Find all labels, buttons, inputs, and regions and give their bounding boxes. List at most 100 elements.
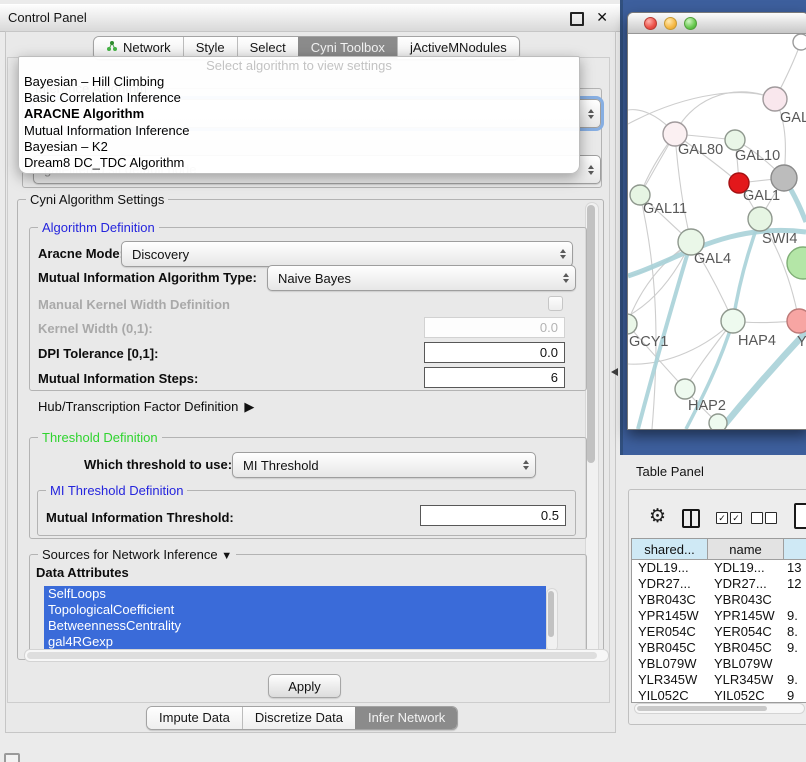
network-node-label: GAL bbox=[780, 110, 806, 126]
checked-checkbox-icon[interactable]: ✓ bbox=[716, 512, 728, 524]
document-icon[interactable] bbox=[794, 503, 806, 529]
which-threshold-combo[interactable]: MI Threshold bbox=[232, 452, 536, 478]
checked-checkbox-icon[interactable]: ✓ bbox=[730, 512, 742, 524]
table-cell: 9. bbox=[784, 672, 806, 688]
table-cell: YBL079W bbox=[632, 656, 708, 672]
unchecked-checkbox-icon[interactable] bbox=[751, 512, 763, 524]
network-node[interactable] bbox=[721, 309, 745, 333]
network-canvas[interactable]: GALGAL80GAL10GAL1GAL11SWI4GAL4GCY1HAP4YH… bbox=[628, 34, 806, 429]
table-cell: YDR27... bbox=[632, 576, 708, 592]
combo-arrows-icon bbox=[588, 100, 594, 127]
aracne-mode-label: Aracne Mode: bbox=[38, 246, 124, 261]
table-row[interactable]: YLR345WYLR345W9. bbox=[632, 672, 806, 688]
network-node[interactable] bbox=[725, 130, 745, 150]
manual-kernel-checkbox[interactable] bbox=[548, 296, 563, 311]
tab-label: Style bbox=[196, 40, 225, 55]
which-threshold-label: Which threshold to use: bbox=[84, 457, 232, 472]
column-header[interactable]: name bbox=[708, 539, 784, 560]
window-minimize-icon[interactable] bbox=[664, 17, 677, 30]
network-edge[interactable] bbox=[628, 93, 775, 124]
network-node[interactable] bbox=[763, 87, 787, 111]
tab-infer-network[interactable]: Infer Network bbox=[355, 707, 457, 729]
tab-impute-data[interactable]: Impute Data bbox=[147, 707, 242, 729]
table-row[interactable]: YDL19...YDL19...13 bbox=[632, 560, 806, 576]
table-cell: YER054C bbox=[632, 624, 708, 640]
table-cell: 13 bbox=[784, 560, 806, 576]
algorithm-option[interactable]: Mutual Information Inference bbox=[19, 123, 579, 139]
kernel-width-field[interactable]: 0.0 bbox=[424, 317, 565, 338]
hub-definition-toggle[interactable]: Hub/Transcription Factor Definition▶ bbox=[38, 399, 254, 415]
network-node[interactable] bbox=[748, 207, 772, 231]
float-panel-icon[interactable] bbox=[570, 12, 584, 26]
mi-type-label: Mutual Information Algorithm Type: bbox=[38, 270, 257, 285]
gear-icon[interactable]: ⚙ bbox=[649, 505, 666, 528]
network-node-label: GAL80 bbox=[678, 142, 723, 158]
network-node[interactable] bbox=[628, 314, 637, 334]
apply-button[interactable]: Apply bbox=[268, 674, 341, 698]
columns-icon[interactable] bbox=[682, 509, 700, 528]
mi-steps-field[interactable]: 6 bbox=[424, 367, 565, 388]
table-horizontal-scrollbar[interactable] bbox=[634, 703, 805, 714]
tab-discretize-data[interactable]: Discretize Data bbox=[242, 707, 355, 729]
table-row[interactable]: YBL079WYBL079W bbox=[632, 656, 806, 672]
attributes-vertical-scrollbar[interactable] bbox=[546, 588, 558, 652]
network-node-label: GAL4 bbox=[694, 251, 731, 267]
mi-threshold-field[interactable]: 0.5 bbox=[420, 505, 566, 526]
manual-kernel-label: Manual Kernel Width Definition bbox=[38, 297, 230, 312]
network-node[interactable] bbox=[787, 247, 806, 279]
table-row[interactable]: YIL052CYIL052C9 bbox=[632, 688, 806, 703]
table-body: YDL19...YDL19...13YDR27...YDR27...12YBR0… bbox=[632, 560, 806, 703]
table-cell: YPR145W bbox=[708, 608, 784, 624]
algorithm-popup-placeholder: Select algorithm to view settings bbox=[19, 57, 579, 74]
sources-legend[interactable]: Sources for Network Inference ▼ bbox=[38, 547, 236, 562]
table-row[interactable]: YER054CYER054C8. bbox=[632, 624, 806, 640]
data-attributes-label: Data Attributes bbox=[36, 565, 129, 580]
network-node[interactable] bbox=[787, 309, 806, 333]
data-attribute-item[interactable]: TopologicalCoefficient bbox=[44, 602, 546, 618]
data-attributes-list[interactable]: SelfLoopsTopologicalCoefficientBetweenne… bbox=[44, 586, 546, 653]
table-row[interactable]: YBR045CYBR045C9. bbox=[632, 640, 806, 656]
network-node[interactable] bbox=[675, 379, 695, 399]
algorithm-option[interactable]: Bayesian – Hill Climbing bbox=[19, 74, 579, 90]
settings-vertical-scrollbar[interactable] bbox=[585, 202, 599, 657]
settings-horizontal-scrollbar[interactable] bbox=[24, 649, 609, 662]
table-cell: YER054C bbox=[708, 624, 784, 640]
network-window-titlebar[interactable] bbox=[628, 13, 806, 34]
mi-threshold-label: Mutual Information Threshold: bbox=[46, 510, 234, 525]
table-cell: 9. bbox=[784, 640, 806, 656]
column-header[interactable]: A bbox=[784, 539, 806, 560]
unchecked-checkbox-icon[interactable] bbox=[765, 512, 777, 524]
algorithm-option[interactable]: Dream8 DC_TDC Algorithm bbox=[19, 155, 579, 171]
network-edge[interactable] bbox=[675, 92, 775, 134]
table-row[interactable]: YDR27...YDR27...12 bbox=[632, 576, 806, 592]
algorithm-option[interactable]: Basic Correlation Inference bbox=[19, 90, 579, 106]
table-row[interactable]: YBR043CYBR043C bbox=[632, 592, 806, 608]
algorithm-option[interactable]: ARACNE Algorithm bbox=[19, 106, 579, 122]
combo-arrows-icon bbox=[560, 242, 566, 266]
dpi-tolerance-field[interactable]: 0.0 bbox=[424, 342, 565, 363]
table-cell: 12 bbox=[784, 576, 806, 592]
window-close-icon[interactable] bbox=[644, 17, 657, 30]
data-attribute-item[interactable]: BetweennessCentrality bbox=[44, 618, 546, 634]
table-cell: YIL052C bbox=[632, 688, 708, 703]
table-row[interactable]: YPR145WYPR145W9. bbox=[632, 608, 806, 624]
algorithm-option[interactable]: Bayesian – K2 bbox=[19, 139, 579, 155]
tab-label: jActiveMNodules bbox=[410, 40, 507, 55]
window-zoom-icon[interactable] bbox=[684, 17, 697, 30]
network-node[interactable] bbox=[709, 414, 727, 429]
node-table[interactable]: shared...nameA YDL19...YDL19...13YDR27..… bbox=[631, 538, 806, 703]
column-header[interactable]: shared... bbox=[632, 539, 708, 560]
network-node-label: GCY1 bbox=[629, 334, 669, 350]
collapsed-panel-icon[interactable] bbox=[4, 753, 20, 762]
table-cell bbox=[784, 656, 806, 672]
combo-arrows-icon bbox=[523, 453, 529, 477]
network-node-label: HAP4 bbox=[738, 333, 776, 349]
which-threshold-value: MI Threshold bbox=[243, 458, 319, 473]
aracne-mode-combo[interactable]: Discovery bbox=[121, 241, 573, 267]
table-cell: 8. bbox=[784, 624, 806, 640]
close-icon[interactable]: ✕ bbox=[596, 9, 608, 26]
data-attribute-item[interactable]: gal4RGexp bbox=[44, 634, 546, 650]
data-attribute-item[interactable]: SelfLoops bbox=[44, 586, 546, 602]
network-node[interactable] bbox=[793, 34, 806, 50]
mi-type-combo[interactable]: Naive Bayes bbox=[267, 265, 576, 291]
